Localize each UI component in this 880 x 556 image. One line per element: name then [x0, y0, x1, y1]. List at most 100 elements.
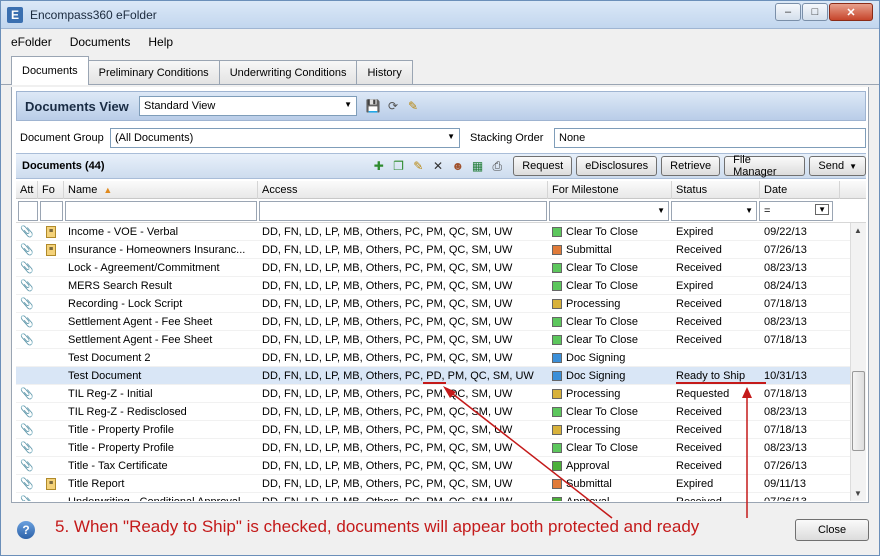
maximize-button[interactable]: □ — [802, 3, 828, 21]
paperclip-icon[interactable]: 📎 — [20, 315, 34, 328]
att-cell[interactable] — [16, 367, 38, 385]
fo-cell[interactable] — [38, 331, 64, 349]
att-cell[interactable]: 📎 — [16, 331, 38, 349]
fo-cell[interactable]: ≡ — [38, 241, 64, 259]
table-row[interactable]: 📎 Settlement Agent - Fee Sheet DD, FN, LD,… — [16, 313, 850, 331]
column-access[interactable]: Access — [258, 181, 548, 199]
paperclip-icon[interactable]: 📎 — [20, 243, 34, 256]
edit-view-icon[interactable]: ✎ — [405, 98, 421, 114]
paperclip-icon[interactable]: 📎 — [20, 225, 34, 238]
paperclip-icon[interactable]: 📎 — [20, 297, 34, 310]
file-order-icon[interactable]: ≡ — [46, 243, 56, 256]
column-status[interactable]: Status — [672, 181, 760, 199]
view-select[interactable]: Standard View ▼ — [139, 96, 357, 116]
filter-att[interactable] — [18, 200, 38, 221]
paperclip-icon[interactable]: 📎 — [20, 459, 34, 472]
att-cell[interactable]: 📎 — [16, 403, 38, 421]
add-document-icon[interactable]: ✚ — [371, 158, 387, 174]
filter-access[interactable] — [259, 200, 547, 221]
save-icon[interactable]: 💾 — [365, 98, 381, 114]
tab-history[interactable]: History — [356, 60, 413, 84]
document-name[interactable]: Test Document 2 — [64, 349, 258, 367]
filter-milestone[interactable]: ▼ — [549, 200, 669, 221]
document-name[interactable]: TIL Reg-Z - Initial — [64, 385, 258, 403]
paperclip-icon[interactable]: 📎 — [20, 423, 34, 436]
paperclip-icon[interactable]: 📎 — [20, 495, 34, 501]
vertical-scrollbar[interactable]: ▲ ▼ — [850, 223, 866, 501]
table-row[interactable]: 📎 ≡ Title Report DD, FN, LD, LP, MB, Others… — [16, 475, 850, 493]
document-name[interactable]: TIL Reg-Z - Redisclosed — [64, 403, 258, 421]
document-name[interactable]: Title - Tax Certificate — [64, 457, 258, 475]
column-fo[interactable]: Fo — [38, 181, 64, 199]
column-milestone[interactable]: For Milestone — [548, 181, 672, 199]
fo-cell[interactable] — [38, 439, 64, 457]
att-cell[interactable]: 📎 — [16, 493, 38, 501]
paperclip-icon[interactable]: 📎 — [20, 333, 34, 346]
att-cell[interactable] — [16, 349, 38, 367]
excel-export-icon[interactable]: ▦ — [470, 158, 486, 174]
fo-cell[interactable] — [38, 385, 64, 403]
paperclip-icon[interactable]: 📎 — [20, 441, 34, 454]
document-name[interactable]: Title - Property Profile — [64, 439, 258, 457]
filter-status[interactable]: ▼ — [671, 200, 757, 221]
att-cell[interactable]: 📎 — [16, 439, 38, 457]
table-row[interactable]: 📎 Settlement Agent - Fee Sheet DD, FN, LD,… — [16, 331, 850, 349]
paperclip-icon[interactable]: 📎 — [20, 279, 34, 292]
att-cell[interactable]: 📎 — [16, 223, 38, 241]
stacking-order-select[interactable]: None — [554, 128, 866, 148]
fo-cell[interactable] — [38, 295, 64, 313]
att-cell[interactable]: 📎 — [16, 475, 38, 493]
file-order-icon[interactable]: ≡ — [46, 225, 56, 238]
column-date[interactable]: Date — [760, 181, 840, 199]
help-icon[interactable]: ? — [17, 521, 35, 539]
att-cell[interactable]: 📎 — [16, 241, 38, 259]
fo-cell[interactable] — [38, 313, 64, 331]
fo-cell[interactable] — [38, 421, 64, 439]
att-cell[interactable]: 📎 — [16, 421, 38, 439]
att-cell[interactable]: 📎 — [16, 277, 38, 295]
menu-help[interactable]: Help — [148, 35, 173, 49]
table-row[interactable]: 📎 Title - Tax Certificate DD, FN, LD, LP, … — [16, 457, 850, 475]
close-window-button[interactable]: ✕ — [829, 3, 873, 21]
close-button[interactable]: Close — [795, 519, 869, 541]
menu-documents[interactable]: Documents — [70, 35, 131, 49]
fo-cell[interactable] — [38, 457, 64, 475]
fo-cell[interactable] — [38, 367, 64, 385]
table-row[interactable]: 📎 ≡ Insurance - Homeowners Insuranc... DD, … — [16, 241, 850, 259]
table-row[interactable]: 📎 MERS Search Result DD, FN, LD, LP, MB, O… — [16, 277, 850, 295]
table-row[interactable]: Test Document 2 DD, FN, LD, LP, MB, Other… — [16, 349, 850, 367]
table-row[interactable]: 📎 Title - Property Profile DD, FN, LD, LP,… — [16, 439, 850, 457]
delete-icon[interactable]: ✕ — [430, 158, 446, 174]
table-row[interactable]: 📎 Recording - Lock Script DD, FN, LD, LP, … — [16, 295, 850, 313]
column-name[interactable]: Name ▲ — [64, 181, 258, 199]
att-cell[interactable]: 📎 — [16, 457, 38, 475]
access-user-icon[interactable]: ☻ — [450, 158, 466, 174]
document-name[interactable]: Lock - Agreement/Commitment — [64, 259, 258, 277]
fo-cell[interactable] — [38, 277, 64, 295]
paperclip-icon[interactable]: 📎 — [20, 405, 34, 418]
fo-cell[interactable] — [38, 403, 64, 421]
document-name[interactable]: MERS Search Result — [64, 277, 258, 295]
duplicate-document-icon[interactable]: ❐ — [391, 158, 407, 174]
document-name[interactable]: Settlement Agent - Fee Sheet — [64, 313, 258, 331]
document-name[interactable]: Insurance - Homeowners Insuranc... — [64, 241, 258, 259]
paperclip-icon[interactable]: 📎 — [20, 261, 34, 274]
scroll-up-icon[interactable]: ▲ — [854, 226, 862, 235]
fo-cell[interactable] — [38, 259, 64, 277]
table-row[interactable]: 📎 TIL Reg-Z - Initial DD, FN, LD, LP, MB, … — [16, 385, 850, 403]
table-row[interactable]: 📎 Title - Property Profile DD, FN, LD, LP,… — [16, 421, 850, 439]
tab-underwriting-conditions[interactable]: Underwriting Conditions — [218, 60, 358, 84]
retrieve-button[interactable]: Retrieve — [661, 156, 721, 176]
document-name[interactable]: Income - VOE - Verbal — [64, 223, 258, 241]
document-group-select[interactable]: (All Documents) ▼ — [110, 128, 460, 148]
edit-document-icon[interactable]: ✎ — [410, 158, 426, 174]
scroll-thumb[interactable] — [852, 371, 865, 451]
table-row[interactable]: 📎 ≡ Income - VOE - Verbal DD, FN, LD, LP, M… — [16, 223, 850, 241]
filter-name[interactable] — [65, 200, 257, 221]
scroll-down-icon[interactable]: ▼ — [854, 489, 862, 498]
table-row[interactable]: Test Document DD, FN, LD, LP, MB, Others,… — [16, 367, 850, 385]
minimize-button[interactable]: – — [775, 3, 801, 21]
edisclosures-button[interactable]: eDisclosures — [576, 156, 658, 176]
file-manager-button[interactable]: File Manager — [724, 154, 806, 178]
fo-cell[interactable]: ≡ — [38, 223, 64, 241]
